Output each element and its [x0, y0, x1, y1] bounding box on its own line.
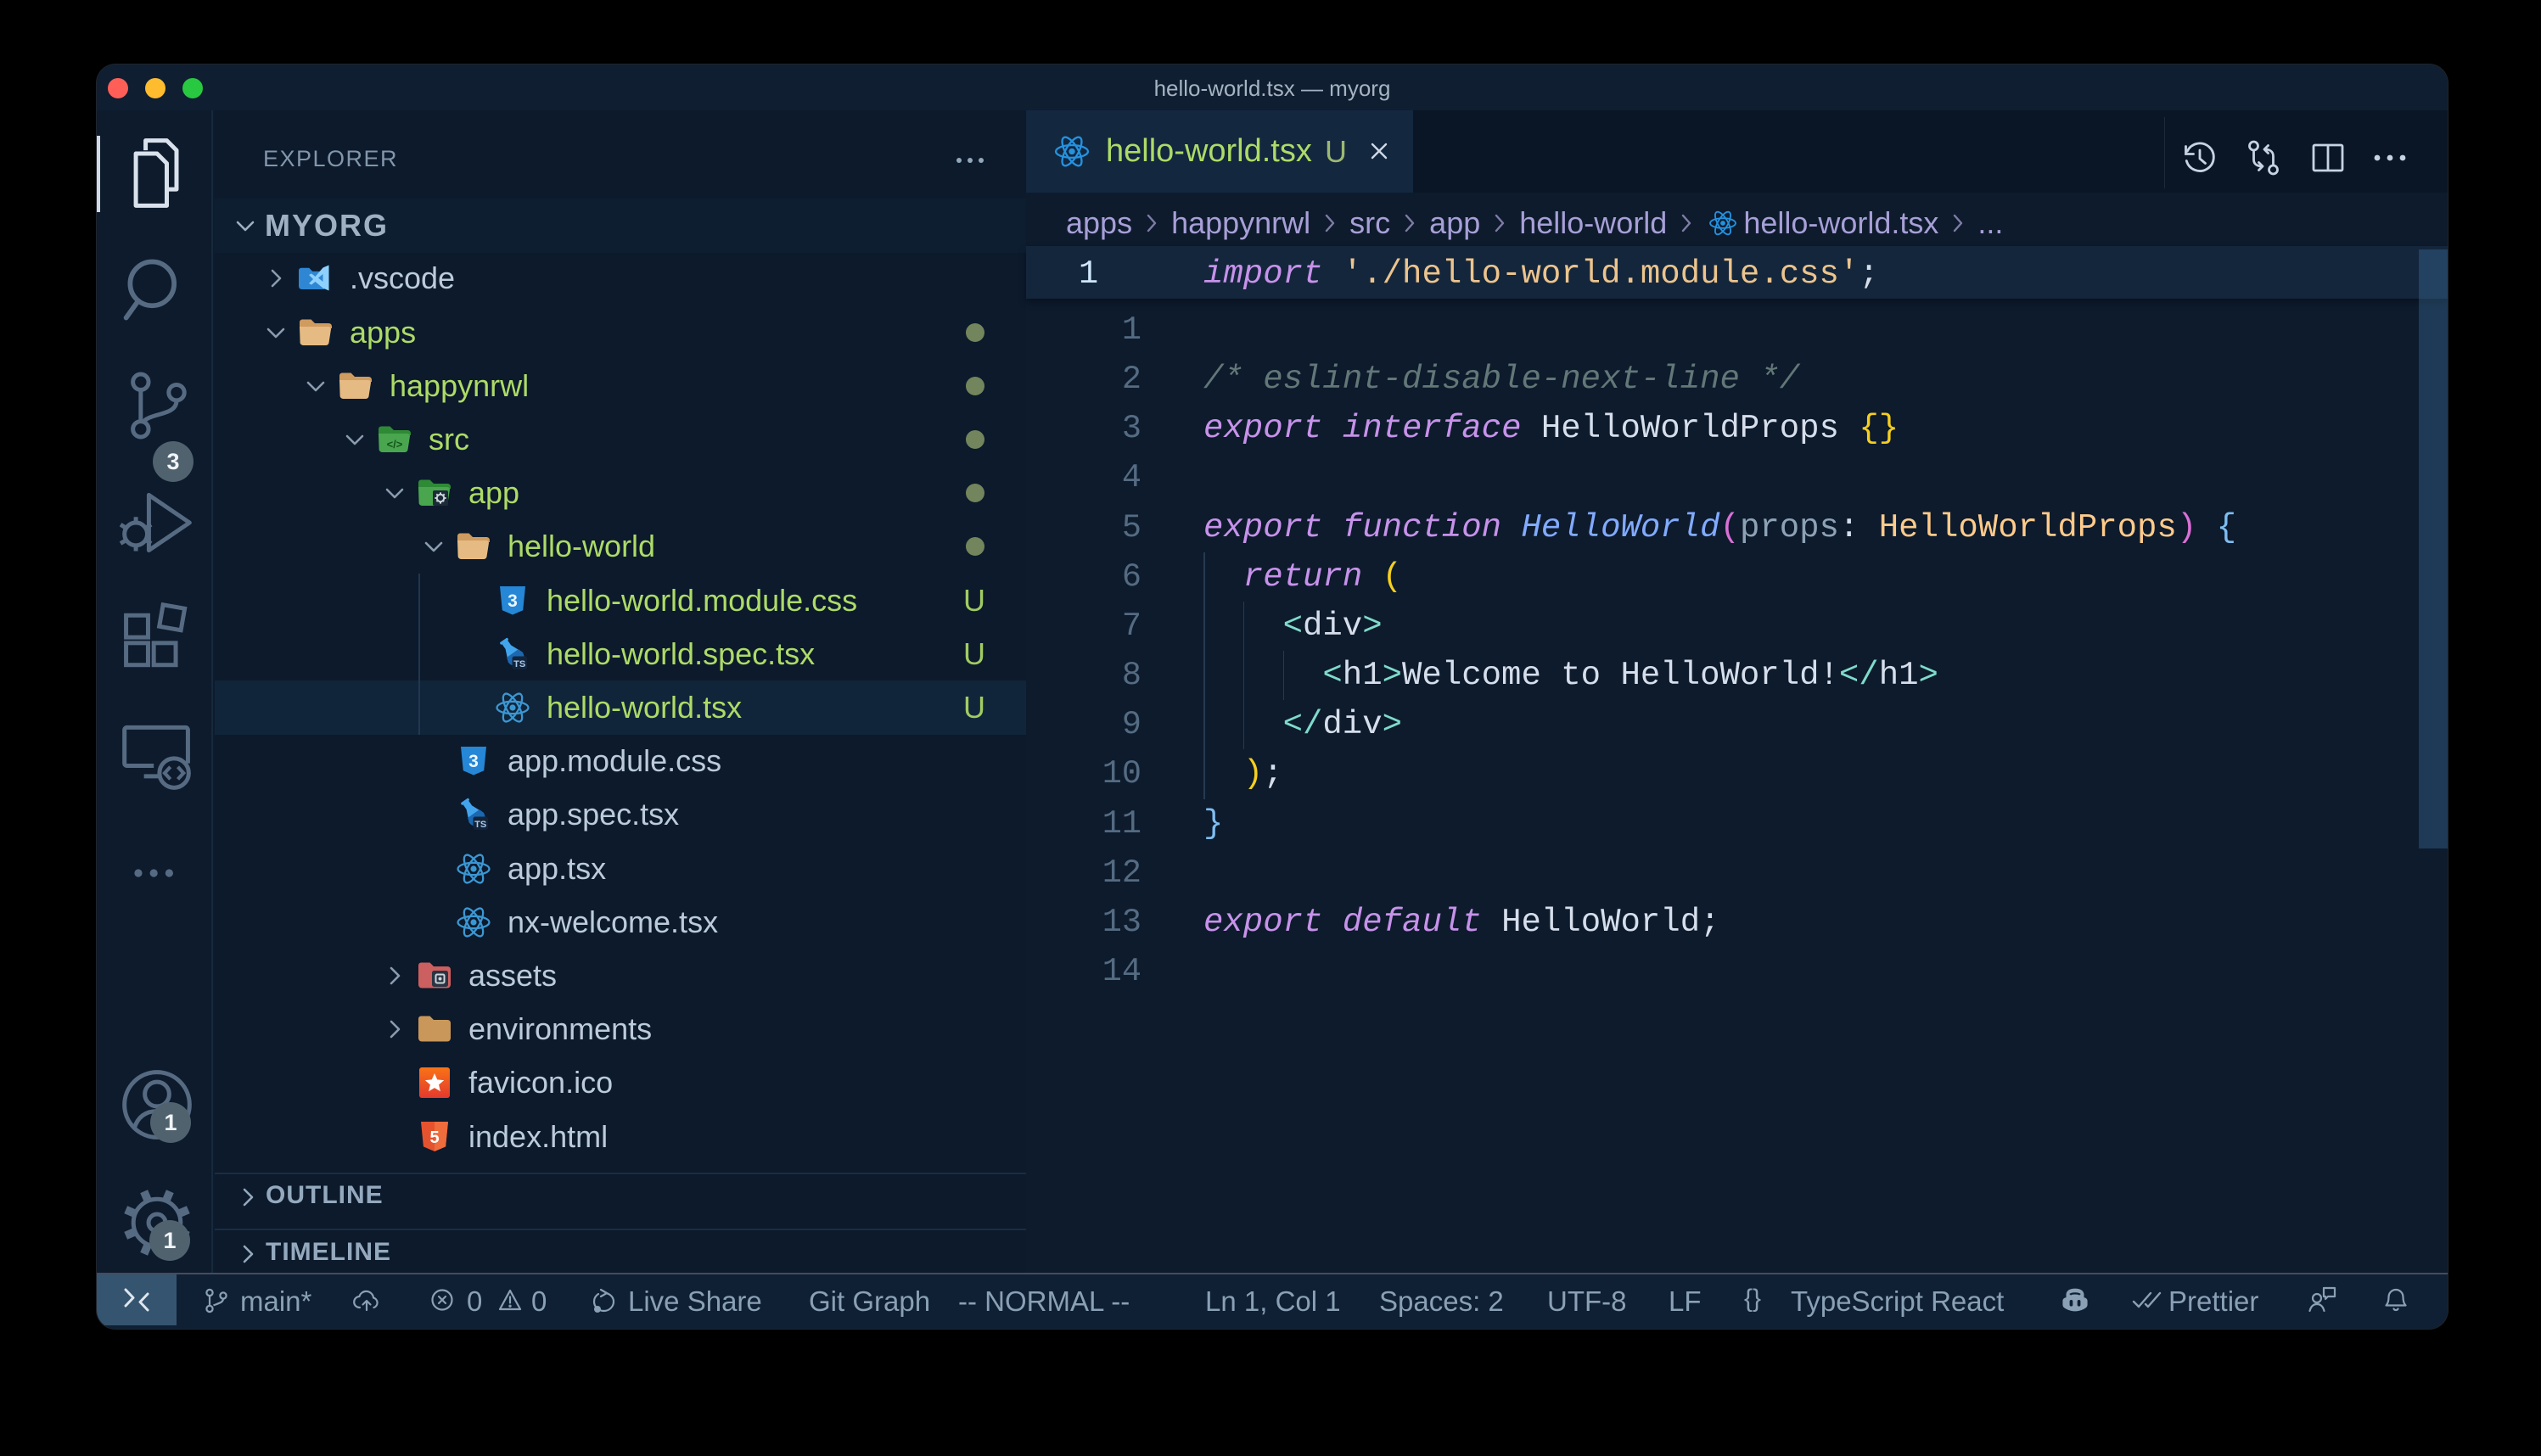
svg-text:5: 5 [429, 1128, 439, 1147]
svg-text:3: 3 [508, 591, 518, 611]
svg-text:TS: TS [474, 820, 486, 830]
svg-text:3: 3 [468, 752, 479, 771]
svg-text:TS: TS [513, 659, 525, 669]
svg-text:</>: </> [387, 438, 403, 451]
